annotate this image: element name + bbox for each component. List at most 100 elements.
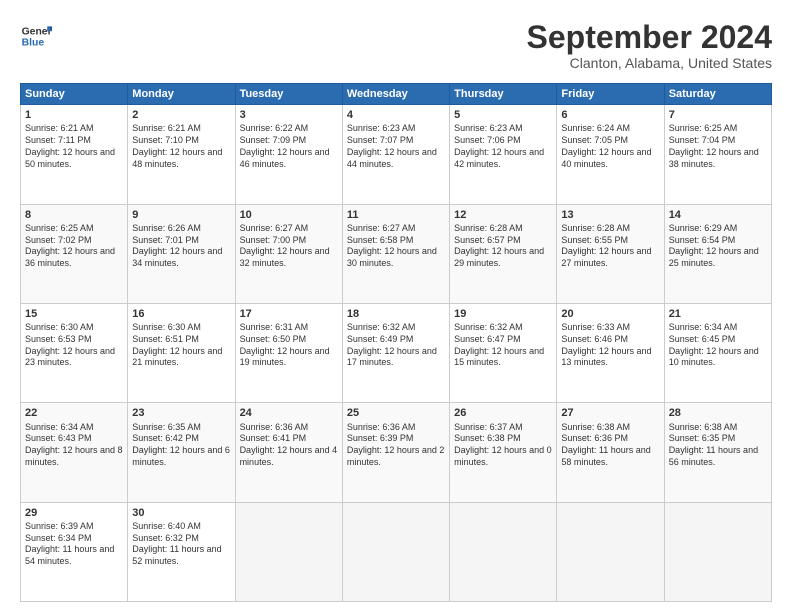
sunset-text: Sunset: 6:34 PM (25, 533, 92, 543)
calendar-day-cell: 10Sunrise: 6:27 AMSunset: 7:00 PMDayligh… (235, 204, 342, 303)
header: General Blue September 2024 Clanton, Ala… (20, 20, 772, 71)
calendar-day-header: Monday (128, 84, 235, 105)
daylight-text: Daylight: 12 hours and 36 minutes. (25, 246, 115, 268)
svg-text:Blue: Blue (22, 38, 45, 49)
calendar-day-cell: 21Sunrise: 6:34 AMSunset: 6:45 PMDayligh… (664, 303, 771, 402)
day-number: 5 (454, 108, 552, 122)
calendar-body: 1Sunrise: 6:21 AMSunset: 7:11 PMDaylight… (21, 105, 772, 602)
day-number: 9 (132, 208, 230, 222)
calendar-day-cell: 3Sunrise: 6:22 AMSunset: 7:09 PMDaylight… (235, 105, 342, 204)
sunset-text: Sunset: 6:57 PM (454, 235, 521, 245)
calendar-day-cell (342, 502, 449, 601)
sunrise-text: Sunrise: 6:29 AM (669, 223, 738, 233)
calendar-day-cell: 4Sunrise: 6:23 AMSunset: 7:07 PMDaylight… (342, 105, 449, 204)
sunrise-text: Sunrise: 6:32 AM (347, 322, 416, 332)
sunrise-text: Sunrise: 6:40 AM (132, 521, 201, 531)
calendar-week-row: 29Sunrise: 6:39 AMSunset: 6:34 PMDayligh… (21, 502, 772, 601)
sunrise-text: Sunrise: 6:36 AM (347, 422, 416, 432)
day-number: 1 (25, 108, 123, 122)
sunset-text: Sunset: 7:01 PM (132, 235, 199, 245)
day-number: 12 (454, 208, 552, 222)
sunrise-text: Sunrise: 6:36 AM (240, 422, 309, 432)
day-number: 14 (669, 208, 767, 222)
day-number: 23 (132, 406, 230, 420)
calendar-day-cell: 22Sunrise: 6:34 AMSunset: 6:43 PMDayligh… (21, 403, 128, 502)
daylight-text: Daylight: 12 hours and 13 minutes. (561, 346, 651, 368)
sunrise-text: Sunrise: 6:23 AM (347, 123, 416, 133)
sunrise-text: Sunrise: 6:25 AM (25, 223, 94, 233)
calendar-day-cell (450, 502, 557, 601)
day-number: 24 (240, 406, 338, 420)
calendar-day-cell: 5Sunrise: 6:23 AMSunset: 7:06 PMDaylight… (450, 105, 557, 204)
daylight-text: Daylight: 12 hours and 17 minutes. (347, 346, 437, 368)
sunset-text: Sunset: 7:09 PM (240, 135, 307, 145)
calendar-day-cell: 12Sunrise: 6:28 AMSunset: 6:57 PMDayligh… (450, 204, 557, 303)
daylight-text: Daylight: 12 hours and 8 minutes. (25, 445, 123, 467)
sunrise-text: Sunrise: 6:24 AM (561, 123, 630, 133)
sunset-text: Sunset: 7:04 PM (669, 135, 736, 145)
calendar-header-row: SundayMondayTuesdayWednesdayThursdayFrid… (21, 84, 772, 105)
calendar-day-cell: 14Sunrise: 6:29 AMSunset: 6:54 PMDayligh… (664, 204, 771, 303)
calendar-day-cell: 20Sunrise: 6:33 AMSunset: 6:46 PMDayligh… (557, 303, 664, 402)
calendar-day-cell: 18Sunrise: 6:32 AMSunset: 6:49 PMDayligh… (342, 303, 449, 402)
daylight-text: Daylight: 12 hours and 2 minutes. (347, 445, 445, 467)
day-number: 29 (25, 506, 123, 520)
sunrise-text: Sunrise: 6:38 AM (561, 422, 630, 432)
daylight-text: Daylight: 12 hours and 29 minutes. (454, 246, 544, 268)
sunset-text: Sunset: 6:42 PM (132, 433, 199, 443)
calendar-day-cell: 19Sunrise: 6:32 AMSunset: 6:47 PMDayligh… (450, 303, 557, 402)
sunset-text: Sunset: 7:06 PM (454, 135, 521, 145)
day-number: 15 (25, 307, 123, 321)
calendar-day-header: Wednesday (342, 84, 449, 105)
day-number: 13 (561, 208, 659, 222)
day-number: 17 (240, 307, 338, 321)
sunset-text: Sunset: 6:50 PM (240, 334, 307, 344)
calendar-day-cell: 25 Sunrise: 6:36 AMSunset: 6:39 PM Dayligh… (342, 403, 449, 502)
day-number: 16 (132, 307, 230, 321)
daylight-text: Daylight: 12 hours and 50 minutes. (25, 147, 115, 169)
sunrise-text: Sunrise: 6:34 AM (669, 322, 738, 332)
logo-icon: General Blue (20, 20, 52, 52)
sunrise-text: Sunrise: 6:38 AM (669, 422, 738, 432)
calendar-day-cell: 17Sunrise: 6:31 AMSunset: 6:50 PMDayligh… (235, 303, 342, 402)
title-block: September 2024 Clanton, Alabama, United … (527, 20, 772, 71)
sunset-text: Sunset: 6:36 PM (561, 433, 628, 443)
sunrise-text: Sunrise: 6:37 AM (454, 422, 523, 432)
sunset-text: Sunset: 6:54 PM (669, 235, 736, 245)
calendar-day-header: Sunday (21, 84, 128, 105)
calendar-day-cell (557, 502, 664, 601)
sunset-text: Sunset: 6:43 PM (25, 433, 92, 443)
sunrise-text: Sunrise: 6:26 AM (132, 223, 201, 233)
calendar-day-cell (664, 502, 771, 601)
sunset-text: Sunset: 7:07 PM (347, 135, 414, 145)
calendar-day-cell: 7Sunrise: 6:25 AMSunset: 7:04 PMDaylight… (664, 105, 771, 204)
calendar-day-header: Saturday (664, 84, 771, 105)
daylight-text: Daylight: 12 hours and 21 minutes. (132, 346, 222, 368)
daylight-text: Daylight: 12 hours and 19 minutes. (240, 346, 330, 368)
day-number: 19 (454, 307, 552, 321)
calendar-day-cell: 16Sunrise: 6:30 AMSunset: 6:51 PMDayligh… (128, 303, 235, 402)
calendar-day-cell: 30Sunrise: 6:40 AMSunset: 6:32 PMDayligh… (128, 502, 235, 601)
sunrise-text: Sunrise: 6:27 AM (240, 223, 309, 233)
daylight-text: Daylight: 12 hours and 10 minutes. (669, 346, 759, 368)
daylight-text: Daylight: 12 hours and 4 minutes. (240, 445, 338, 467)
day-number: 25 (347, 406, 445, 420)
daylight-text: Daylight: 11 hours and 56 minutes. (669, 445, 758, 467)
sunset-text: Sunset: 6:49 PM (347, 334, 414, 344)
daylight-text: Daylight: 12 hours and 42 minutes. (454, 147, 544, 169)
sunset-text: Sunset: 6:51 PM (132, 334, 199, 344)
sunset-text: Sunset: 7:02 PM (25, 235, 92, 245)
calendar-day-cell: 6Sunrise: 6:24 AMSunset: 7:05 PMDaylight… (557, 105, 664, 204)
daylight-text: Daylight: 12 hours and 34 minutes. (132, 246, 222, 268)
calendar-week-row: 15Sunrise: 6:30 AMSunset: 6:53 PMDayligh… (21, 303, 772, 402)
location-title: Clanton, Alabama, United States (527, 55, 772, 71)
sunrise-text: Sunrise: 6:21 AM (25, 123, 94, 133)
daylight-text: Daylight: 12 hours and 15 minutes. (454, 346, 544, 368)
sunset-text: Sunset: 6:39 PM (347, 433, 414, 443)
calendar-day-cell: 27Sunrise: 6:38 AMSunset: 6:36 PMDayligh… (557, 403, 664, 502)
sunset-text: Sunset: 7:00 PM (240, 235, 307, 245)
daylight-text: Daylight: 12 hours and 48 minutes. (132, 147, 222, 169)
day-number: 3 (240, 108, 338, 122)
sunset-text: Sunset: 6:55 PM (561, 235, 628, 245)
calendar-day-cell: 15Sunrise: 6:30 AMSunset: 6:53 PMDayligh… (21, 303, 128, 402)
